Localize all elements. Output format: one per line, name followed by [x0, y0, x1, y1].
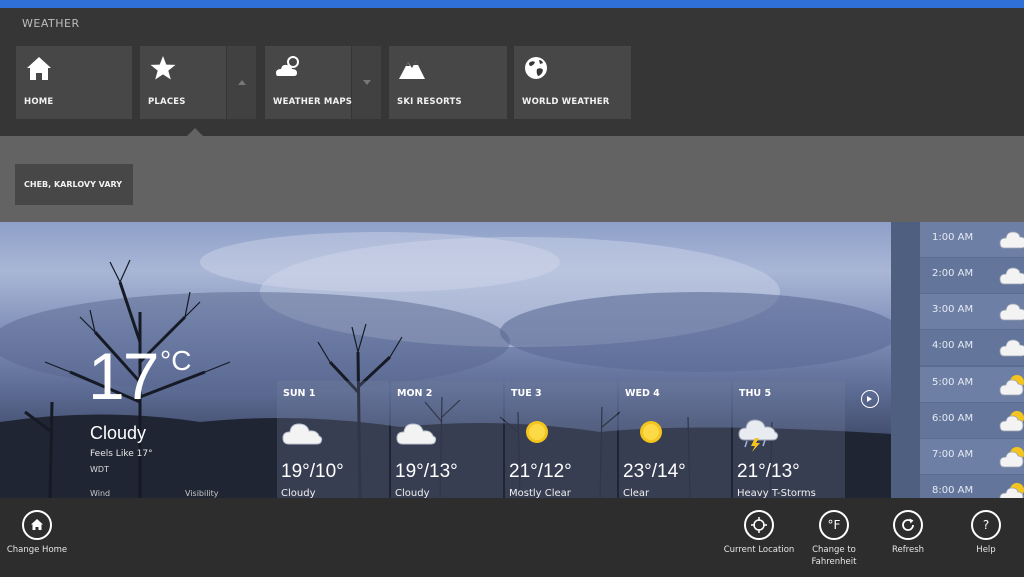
- forecast-temps: 23°/14°: [623, 461, 686, 482]
- nav-tile-places[interactable]: PLACES: [140, 46, 226, 119]
- data-source: WDT: [90, 465, 109, 474]
- help-label: Help: [976, 545, 996, 555]
- cloud-icon: [999, 267, 1024, 285]
- sun-icon: [640, 421, 662, 443]
- current-condition: Cloudy: [90, 423, 147, 443]
- places-expand-button[interactable]: [227, 46, 256, 119]
- forecast-day[interactable]: MON 2 19°/13° Cloudy: [391, 381, 503, 499]
- hourly-forecast-panel[interactable]: 1:00 AM 2:00 AM 3:00 AM 4:00 AM 5:00 AM …: [891, 222, 1024, 498]
- forecast-day[interactable]: THU 5 21°/13° Heavy T-Storms: [733, 381, 845, 499]
- forecast-temps: 19°/13°: [395, 461, 458, 482]
- nav-tile-label: PLACES: [148, 97, 186, 107]
- cloud-icon: [282, 423, 323, 445]
- hourly-item: 7:00 AM: [920, 439, 1024, 474]
- hourly-item: 2:00 AM: [920, 258, 1024, 293]
- place-item-label: CHEB, KARLOVY VARY: [24, 180, 123, 189]
- hourly-item: 1:00 AM: [920, 222, 1024, 257]
- change-home-button[interactable]: Change Home: [0, 510, 77, 570]
- next-forecast-button[interactable]: [861, 390, 879, 408]
- thunderstorm-icon: [738, 419, 779, 452]
- forecast-day[interactable]: TUE 3 21°/12° Mostly Clear: [505, 381, 617, 499]
- app-title: WEATHER: [22, 17, 80, 30]
- change-home-label: Change Home: [6, 545, 68, 555]
- hourly-item: 3:00 AM: [920, 294, 1024, 329]
- forecast-temps: 21°/13°: [737, 461, 800, 482]
- hourly-item: 5:00 AM: [920, 367, 1024, 402]
- partly-sunny-icon: [999, 411, 1024, 432]
- forecast-day-name: WED 4: [625, 388, 660, 399]
- hourly-time: 2:00 AM: [932, 268, 974, 279]
- hourly-time: 3:00 AM: [932, 304, 974, 315]
- hourly-time: 1:00 AM: [932, 232, 974, 243]
- nav-tile-ski-resorts[interactable]: SKI RESORTS: [389, 46, 507, 119]
- forecast-day[interactable]: SUN 1 19°/10° Cloudy: [277, 381, 389, 499]
- places-submenu: CHEB, KARLOVY VARY: [0, 136, 1024, 222]
- hourly-time: 8:00 AM: [932, 485, 974, 496]
- nav-bar: WEATHER HOME PLACES WEATHER MAPS SKI RES…: [0, 8, 1024, 136]
- sun-icon: [526, 421, 548, 443]
- refresh-button[interactable]: Refresh: [868, 510, 948, 570]
- forecast-day-name: MON 2: [397, 388, 433, 399]
- refresh-label: Refresh: [891, 545, 925, 555]
- cloud-icon: [396, 423, 437, 445]
- home-circle-icon: [22, 510, 52, 540]
- cloud-icon: [999, 231, 1024, 249]
- hourly-time: 7:00 AM: [932, 449, 974, 460]
- nav-tile-world-weather[interactable]: WORLD WEATHER: [514, 46, 631, 119]
- nav-tile-label: SKI RESORTS: [397, 97, 462, 107]
- forecast-temps: 21°/12°: [509, 461, 572, 482]
- change-to-fahrenheit-label: Change to Fahrenheit: [811, 545, 857, 567]
- visibility-label: Visibility: [185, 489, 219, 498]
- help-icon: ?: [971, 510, 1001, 540]
- change-to-fahrenheit-button[interactable]: °F Change to Fahrenheit: [794, 510, 874, 570]
- help-button[interactable]: ? Help: [946, 510, 1024, 570]
- hourly-item: 6:00 AM: [920, 403, 1024, 438]
- mountain-icon: [399, 61, 425, 79]
- hourly-item: 8:00 AM: [920, 475, 1024, 498]
- place-item-cheb[interactable]: CHEB, KARLOVY VARY: [15, 164, 133, 205]
- current-location-button[interactable]: Current Location: [719, 510, 799, 570]
- hourly-time: 6:00 AM: [932, 413, 974, 424]
- wind-label: Wind: [90, 489, 111, 498]
- forecast-day-name: THU 5: [739, 388, 772, 399]
- nav-tile-home[interactable]: HOME: [16, 46, 132, 119]
- nav-tile-weather-maps[interactable]: WEATHER MAPS: [265, 46, 353, 119]
- nav-tile-label: HOME: [24, 97, 54, 107]
- hourly-strip: [891, 222, 920, 498]
- forecast-day-name: SUN 1: [283, 388, 316, 399]
- hourly-item: 4:00 AM: [920, 330, 1024, 365]
- temperature-unit: °C: [160, 345, 192, 376]
- location-target-icon: [744, 510, 774, 540]
- globe-icon: [525, 57, 547, 79]
- partly-sunny-icon: [999, 483, 1024, 498]
- nav-tile-label: WEATHER MAPS: [273, 97, 353, 107]
- chevron-up-icon: [237, 80, 246, 85]
- chevron-down-icon: [362, 80, 371, 85]
- home-icon: [27, 57, 51, 80]
- selected-tab-pointer: [187, 128, 203, 136]
- fahrenheit-icon: °F: [819, 510, 849, 540]
- feels-like: Feels Like 17°: [90, 449, 153, 459]
- star-icon: [150, 56, 176, 80]
- partly-sunny-icon: [999, 447, 1024, 468]
- weather-map-icon: [276, 56, 299, 76]
- forecast-day[interactable]: WED 4 23°/14° Clear: [619, 381, 731, 499]
- partly-sunny-icon: [999, 375, 1024, 396]
- forecast-day-name: TUE 3: [511, 388, 542, 399]
- hourly-time: 5:00 AM: [932, 377, 974, 388]
- accent-bar: [0, 0, 1024, 8]
- nav-tile-label: WORLD WEATHER: [522, 97, 610, 107]
- hourly-time: 4:00 AM: [932, 340, 974, 351]
- refresh-icon: [893, 510, 923, 540]
- current-temperature: 17: [88, 339, 159, 413]
- forecast-temps: 19°/10°: [281, 461, 344, 482]
- cloud-icon: [999, 303, 1024, 321]
- weather-maps-expand-button[interactable]: [352, 46, 381, 119]
- current-location-label: Current Location: [723, 545, 795, 555]
- cloud-icon: [999, 339, 1024, 357]
